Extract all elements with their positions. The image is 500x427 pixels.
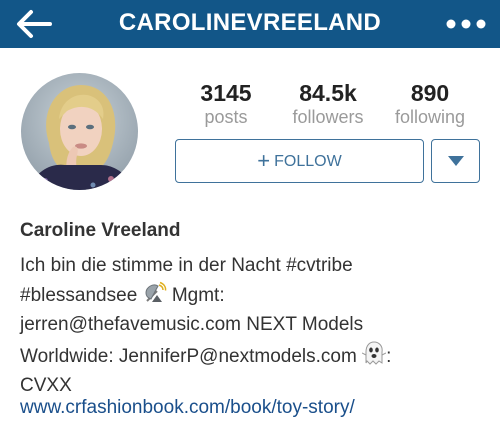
ghost-emoji	[362, 340, 387, 365]
page-title: CAROLINEVREELAND	[118, 9, 382, 36]
following-stat[interactable]: 890 following	[388, 80, 472, 128]
follow-label: FOLLOW	[274, 153, 342, 170]
satellite-dish-emoji	[145, 281, 166, 302]
more-dots-icon	[446, 19, 486, 29]
following-label: following	[394, 107, 466, 127]
followers-label: followers	[292, 107, 364, 127]
suggestions-dropdown-button[interactable]	[431, 139, 480, 183]
bio-text: #blessandsee	[20, 284, 143, 306]
bio-text: :	[386, 345, 392, 367]
follow-button[interactable]: + FOLLOW	[175, 139, 424, 183]
bio-text: Worldwide: JenniferP@nextmodels.com	[20, 345, 363, 367]
followers-count: 84.5k	[299, 80, 357, 106]
following-count: 890	[410, 80, 450, 106]
bio-text: Mgmt:	[166, 284, 225, 306]
bio-line: #blessandsee Mgmt:	[20, 281, 482, 311]
website-link[interactable]: www.crfashionbook.com/book/toy-story/	[20, 397, 355, 419]
caret-down-icon	[448, 156, 464, 166]
profile-photo	[21, 73, 138, 190]
bio-line: Ich bin die stimme in der Nacht #cvtribe	[20, 255, 353, 276]
posts-count: 3145	[200, 80, 252, 106]
posts-label: posts	[204, 107, 248, 127]
followers-stat[interactable]: 84.5k followers	[285, 80, 371, 128]
more-options-button[interactable]	[444, 14, 488, 34]
avatar[interactable]	[21, 73, 138, 190]
plus-icon: +	[257, 148, 271, 173]
profile-name: Caroline Vreeland	[20, 220, 181, 241]
bio-line: jerren@thefavemusic.com NEXT Models	[20, 314, 364, 335]
profile-bio: Ich bin die stimme in der Nacht #cvtribe…	[20, 251, 482, 401]
top-bar: CAROLINEVREELAND	[0, 0, 500, 48]
bio-line: Worldwide: JenniferP@nextmodels.com :	[20, 340, 482, 372]
posts-stat: 3145 posts	[193, 80, 259, 128]
